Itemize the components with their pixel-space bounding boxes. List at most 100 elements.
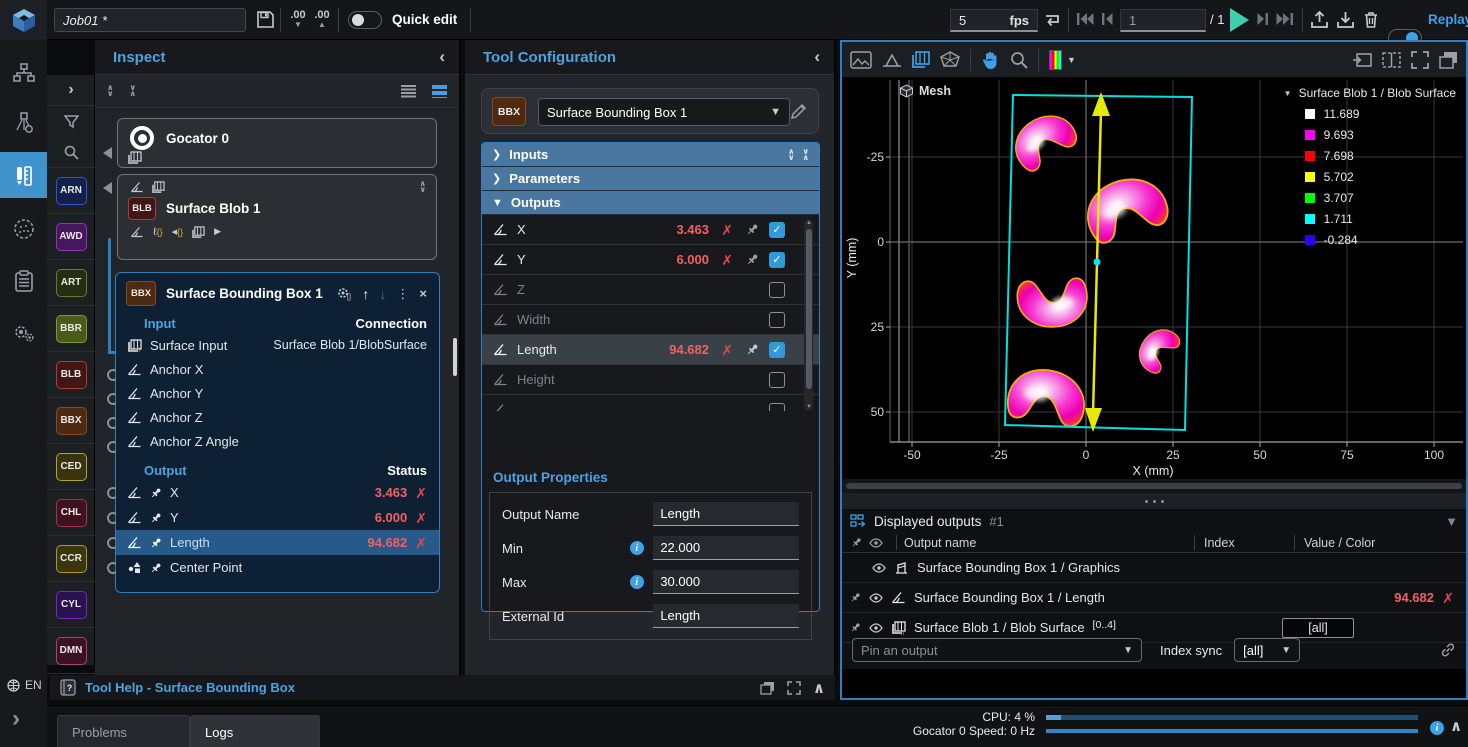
split-view-button[interactable] xyxy=(1382,51,1401,69)
output-row[interactable]: X 3.463 ✗ xyxy=(116,480,439,505)
surface-bounding-box-node[interactable]: BBX Surface Bounding Box 1 [] ↑ ↓ ⋮ × In… xyxy=(115,272,440,593)
collapse-section-button[interactable]: ▼ xyxy=(1445,514,1458,529)
quick-edit-toggle[interactable] xyxy=(348,11,382,29)
surface-plot-area[interactable]: -50 -25 0 25 50 75 100 X (mm) -25 0 25 5… xyxy=(842,78,1466,479)
input-row[interactable]: Anchor Y xyxy=(116,381,439,405)
previous-frame-button[interactable] xyxy=(1101,12,1114,26)
nav-reports[interactable] xyxy=(0,260,47,302)
inputs-section-header[interactable]: ❯ Inputs ∧∨ ∨∧ xyxy=(482,143,819,167)
pin-output-dropdown[interactable]: Pin an output ▼ xyxy=(852,638,1142,662)
loop-playback-button[interactable] xyxy=(1042,10,1062,28)
export-replay-button[interactable] xyxy=(1310,10,1329,29)
pin-icon[interactable] xyxy=(147,487,164,499)
tool-palette-item[interactable]: BBX xyxy=(47,398,95,444)
output-name-field[interactable]: Length xyxy=(653,502,799,526)
tool-palette-item[interactable]: BBR xyxy=(47,306,95,352)
output-enabled-checkbox[interactable] xyxy=(769,403,785,411)
output-enabled-checkbox[interactable] xyxy=(769,372,785,388)
tool-palette-item[interactable]: DMN xyxy=(47,628,95,674)
output-row-selected[interactable]: Length 94.682 ✗ xyxy=(116,530,439,555)
tool-palette-item[interactable]: BLB xyxy=(47,352,95,398)
expand-all-button[interactable]: ∧∨ xyxy=(107,85,114,97)
input-row[interactable]: Anchor Z Angle xyxy=(116,429,439,453)
decimal-decrease-button[interactable]: .00▼ xyxy=(287,10,309,30)
tab-problems[interactable]: Problems xyxy=(57,715,190,747)
app-logo[interactable] xyxy=(0,0,47,40)
plot-horizontal-scrollbar[interactable] xyxy=(842,479,1466,493)
expand-sections-button[interactable]: ∧∨ xyxy=(788,149,795,161)
displayed-output-row[interactable]: Surface Bounding Box 1 / Graphics xyxy=(842,553,1466,583)
index-sync-dropdown[interactable]: [all] ▼ xyxy=(1234,638,1300,662)
legend-title-row[interactable]: ▼ Surface Blob 1 / Blob Surface xyxy=(1284,86,1456,100)
panel-splitter[interactable] xyxy=(842,493,1466,509)
more-outputs-icon[interactable]: ▶ xyxy=(214,226,221,237)
tool-palette-item[interactable]: AWD xyxy=(47,214,95,260)
surface-blob-node[interactable]: ∧∨ BLB Surface Blob 1 ℓ{} ◂{} ▶ xyxy=(117,174,437,260)
visibility-eye-icon[interactable] xyxy=(869,593,883,603)
pin-icon[interactable] xyxy=(147,512,164,524)
input-port[interactable] xyxy=(107,369,116,386)
input-row[interactable]: Anchor X xyxy=(116,357,439,381)
external-id-field[interactable]: Length xyxy=(653,604,799,628)
nav-acquisition[interactable] xyxy=(0,102,47,144)
output-list-row[interactable]: Y 6.000 ✗ ✓ xyxy=(482,245,819,275)
output-list-row-selected[interactable]: Length 94.682 ✗ ✓ xyxy=(482,335,819,365)
colormap-selector[interactable]: ▼ xyxy=(1049,50,1076,70)
pin-icon[interactable] xyxy=(147,562,164,574)
output-row[interactable]: Y 6.000 ✗ xyxy=(116,505,439,530)
outputs-section-header[interactable]: ▼ Outputs xyxy=(482,191,819,215)
output-list-row[interactable]: Width xyxy=(482,305,819,335)
job-name-input[interactable]: Job01 * xyxy=(54,8,246,32)
mesh-view-button[interactable] xyxy=(940,51,960,69)
decimal-increase-button[interactable]: .00▲ xyxy=(311,10,333,30)
visibility-eye-icon[interactable] xyxy=(869,623,883,633)
list-scrollbar[interactable]: ▲ ▼ xyxy=(804,219,813,411)
skip-to-end-button[interactable] xyxy=(1276,12,1294,26)
move-up-button[interactable]: ↑ xyxy=(362,286,369,302)
scroll-down-arrow[interactable]: ▼ xyxy=(806,404,812,410)
nav-measure-inspect[interactable] xyxy=(0,152,47,198)
output-enabled-checkbox[interactable]: ✓ xyxy=(769,252,785,268)
save-job-button[interactable] xyxy=(256,10,275,29)
collapse-node-button[interactable]: ∧∨ xyxy=(420,181,427,193)
gocator-node[interactable]: Gocator 0 xyxy=(117,118,437,168)
surface-view-button[interactable] xyxy=(912,51,930,68)
zoom-tool-button[interactable] xyxy=(1010,51,1028,69)
visibility-eye-icon[interactable] xyxy=(872,563,886,573)
layout-views-button[interactable] xyxy=(1439,51,1458,69)
output-enabled-checkbox[interactable] xyxy=(769,282,785,298)
info-icon[interactable]: i xyxy=(630,575,644,589)
link-views-button[interactable] xyxy=(1440,642,1456,658)
next-frame-button[interactable] xyxy=(1256,12,1269,26)
expand-palette-button[interactable]: › xyxy=(47,75,95,106)
rename-tool-button[interactable] xyxy=(790,102,808,120)
profile-view-button[interactable] xyxy=(882,52,902,68)
nav-settings[interactable] xyxy=(0,312,47,354)
tool-palette-item[interactable]: ART xyxy=(47,260,95,306)
collapse-panel-button[interactable]: ‹ xyxy=(439,47,445,67)
input-row[interactable]: Anchor Z xyxy=(116,405,439,429)
panel-scrollbar[interactable] xyxy=(453,338,457,376)
output-list-row[interactable]: Height xyxy=(482,365,819,395)
collapse-all-button[interactable]: ∨∧ xyxy=(130,85,137,97)
tool-palette-item[interactable]: CED xyxy=(47,444,95,490)
expand-help-button[interactable]: ∧ xyxy=(813,679,825,697)
tool-palette-item[interactable]: CHL xyxy=(47,490,95,536)
import-replay-button[interactable] xyxy=(1336,10,1355,29)
language-selector[interactable]: EN xyxy=(7,678,42,692)
delete-replay-button[interactable] xyxy=(1362,10,1380,29)
filter-tools-button[interactable] xyxy=(47,106,95,137)
output-port[interactable] xyxy=(107,512,116,529)
input-port[interactable] xyxy=(107,441,116,458)
pin-icon[interactable] xyxy=(850,592,861,603)
expand-rail-button[interactable]: › xyxy=(12,705,20,733)
input-port[interactable] xyxy=(107,393,116,410)
info-icon[interactable]: i xyxy=(630,541,644,555)
pin-icon[interactable] xyxy=(147,537,164,549)
parameters-section-header[interactable]: ❯ Parameters xyxy=(482,167,819,191)
output-list-row[interactable]: X 3.463 ✗ ✓ xyxy=(482,215,819,245)
tool-help-bar[interactable]: ? Tool Help - Surface Bounding Box ∧ xyxy=(50,675,835,700)
nav-system-topology[interactable] xyxy=(0,52,47,94)
max-field[interactable]: 30.000 xyxy=(653,570,799,594)
tool-palette-item[interactable]: ARN xyxy=(47,168,95,214)
